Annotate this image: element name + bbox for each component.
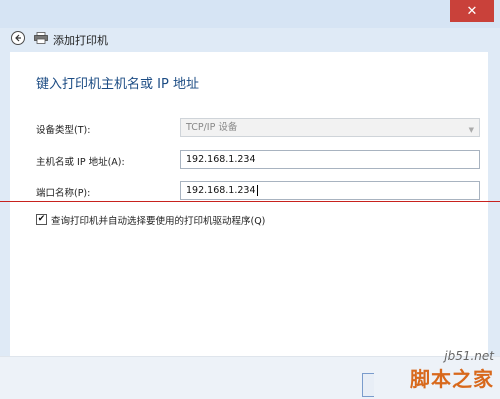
next-button[interactable]	[362, 373, 374, 397]
title-bar: ✕	[0, 0, 500, 28]
port-name-input[interactable]: 192.168.1.234	[180, 181, 480, 200]
annotation-line	[0, 201, 500, 202]
wizard-content: 键入打印机主机名或 IP 地址 设备类型(T): TCP/IP 设备 ▼ 主机名…	[10, 52, 488, 392]
query-printer-label[interactable]: 查询打印机并自动选择要使用的打印机驱动程序(Q)	[51, 213, 265, 227]
back-button[interactable]	[11, 31, 25, 45]
wizard-header: 添加打印机	[0, 28, 500, 52]
printer-icon	[34, 32, 48, 44]
watermark: jb51.net 脚本之家	[410, 349, 494, 392]
close-button[interactable]: ✕	[450, 0, 494, 22]
page-heading: 键入打印机主机名或 IP 地址	[36, 77, 199, 92]
query-printer-checkbox[interactable]: ✔	[36, 214, 47, 225]
close-icon: ✕	[466, 3, 478, 19]
device-type-value: TCP/IP 设备	[186, 122, 238, 133]
text-caret	[256, 185, 258, 196]
chevron-down-icon: ▼	[468, 126, 474, 134]
watermark-url: jb51.net	[444, 349, 494, 363]
hostname-input[interactable]: 192.168.1.234	[180, 150, 480, 169]
hostname-value: 192.168.1.234	[186, 154, 256, 165]
back-arrow-icon	[15, 34, 21, 42]
port-name-value: 192.168.1.234	[186, 185, 256, 196]
watermark-brand: 脚本之家	[410, 367, 494, 391]
port-name-label: 端口名称(P):	[36, 188, 91, 199]
hostname-label: 主机名或 IP 地址(A):	[36, 157, 125, 168]
device-type-label: 设备类型(T):	[36, 125, 91, 136]
checkmark-icon: ✔	[37, 214, 46, 224]
device-type-select: TCP/IP 设备 ▼	[180, 118, 480, 137]
wizard-title: 添加打印机	[53, 34, 108, 47]
